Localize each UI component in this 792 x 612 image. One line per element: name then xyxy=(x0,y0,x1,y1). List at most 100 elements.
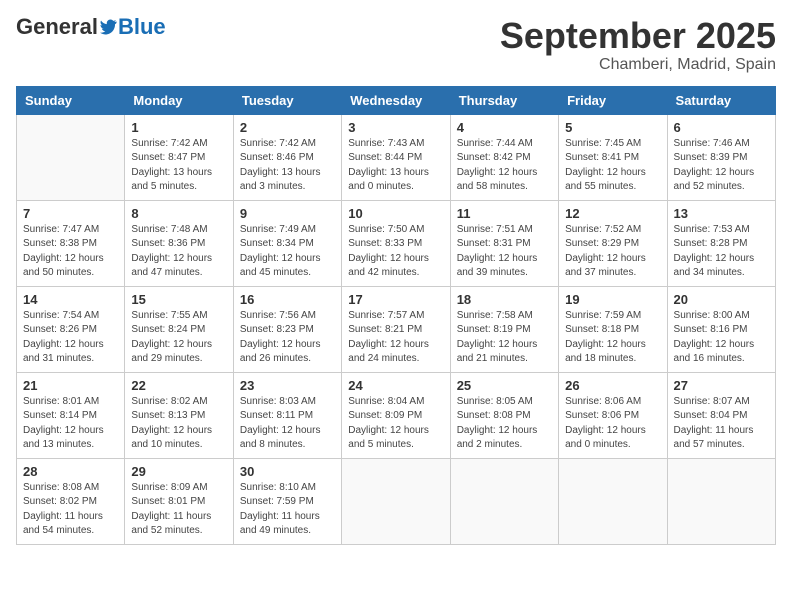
day-number: 12 xyxy=(565,206,660,221)
day-number: 1 xyxy=(131,120,226,135)
table-row xyxy=(17,114,125,200)
day-info: Sunrise: 8:00 AM Sunset: 8:16 PM Dayligh… xyxy=(674,309,769,367)
table-row: 15 Sunrise: 7:55 AM Sunset: 8:24 PM Dayli… xyxy=(125,286,233,372)
day-number: 17 xyxy=(348,292,443,307)
table-row: 7 Sunrise: 7:47 AM Sunset: 8:38 PM Daylig… xyxy=(17,200,125,286)
day-info: Sunrise: 7:59 AM Sunset: 8:18 PM Dayligh… xyxy=(565,309,660,367)
day-info: Sunrise: 7:57 AM Sunset: 8:21 PM Dayligh… xyxy=(348,309,443,367)
day-info: Sunrise: 8:05 AM Sunset: 8:08 PM Dayligh… xyxy=(457,395,552,453)
table-row: 29Sunrise: 8:09 AM Sunset: 8:01 PM Dayli… xyxy=(125,458,233,544)
day-info: Sunrise: 8:03 AM Sunset: 8:11 PM Dayligh… xyxy=(240,395,335,453)
table-row: 27Sunrise: 8:07 AM Sunset: 8:04 PM Dayli… xyxy=(667,372,775,458)
day-info: Sunrise: 7:55 AM Sunset: 8:24 PM Dayligh… xyxy=(131,309,226,367)
calendar-week-row: 21 Sunrise: 8:01 AM Sunset: 8:14 PM Dayli… xyxy=(17,372,776,458)
table-row: 28 Sunrise: 8:08 AM Sunset: 8:02 PM Dayli… xyxy=(17,458,125,544)
calendar-week-row: 28 Sunrise: 8:08 AM Sunset: 8:02 PM Dayli… xyxy=(17,458,776,544)
day-info: Sunrise: 8:08 AM Sunset: 8:02 PM Dayligh… xyxy=(23,481,118,539)
day-number: 6 xyxy=(674,120,769,135)
day-number: 10 xyxy=(348,206,443,221)
day-number: 18 xyxy=(457,292,552,307)
day-number: 7 xyxy=(23,206,118,221)
day-number: 23 xyxy=(240,378,335,393)
day-info: Sunrise: 7:46 AM Sunset: 8:39 PM Dayligh… xyxy=(674,137,769,195)
calendar-week-row: 14Sunrise: 7:54 AM Sunset: 8:26 PM Dayli… xyxy=(17,286,776,372)
day-info: Sunrise: 7:47 AM Sunset: 8:38 PM Dayligh… xyxy=(23,223,118,281)
header-thursday: Thursday xyxy=(450,86,558,114)
table-row: 24 Sunrise: 8:04 AM Sunset: 8:09 PM Dayli… xyxy=(342,372,450,458)
table-row: 21 Sunrise: 8:01 AM Sunset: 8:14 PM Dayli… xyxy=(17,372,125,458)
table-row: 4Sunrise: 7:44 AM Sunset: 8:42 PM Daylig… xyxy=(450,114,558,200)
day-number: 19 xyxy=(565,292,660,307)
table-row: 3 Sunrise: 7:43 AM Sunset: 8:44 PM Daylig… xyxy=(342,114,450,200)
day-number: 5 xyxy=(565,120,660,135)
table-row: 12 Sunrise: 7:52 AM Sunset: 8:29 PM Dayli… xyxy=(559,200,667,286)
day-info: Sunrise: 7:58 AM Sunset: 8:19 PM Dayligh… xyxy=(457,309,552,367)
logo-bird-icon xyxy=(100,18,118,36)
day-info: Sunrise: 8:04 AM Sunset: 8:09 PM Dayligh… xyxy=(348,395,443,453)
table-row xyxy=(667,458,775,544)
day-number: 15 xyxy=(131,292,226,307)
day-number: 26 xyxy=(565,378,660,393)
day-number: 21 xyxy=(23,378,118,393)
day-info: Sunrise: 7:42 AM Sunset: 8:46 PM Dayligh… xyxy=(240,137,335,195)
table-row xyxy=(342,458,450,544)
day-info: Sunrise: 7:48 AM Sunset: 8:36 PM Dayligh… xyxy=(131,223,226,281)
day-number: 22 xyxy=(131,378,226,393)
day-info: Sunrise: 7:50 AM Sunset: 8:33 PM Dayligh… xyxy=(348,223,443,281)
day-number: 16 xyxy=(240,292,335,307)
table-row: 30 Sunrise: 8:10 AM Sunset: 7:59 PM Dayli… xyxy=(233,458,341,544)
day-number: 3 xyxy=(348,120,443,135)
table-row: 2 Sunrise: 7:42 AM Sunset: 8:46 PM Daylig… xyxy=(233,114,341,200)
day-number: 4 xyxy=(457,120,552,135)
calendar-header-row: Sunday Monday Tuesday Wednesday Thursday… xyxy=(17,86,776,114)
day-info: Sunrise: 7:42 AM Sunset: 8:47 PM Dayligh… xyxy=(131,137,226,195)
day-info: Sunrise: 7:52 AM Sunset: 8:29 PM Dayligh… xyxy=(565,223,660,281)
day-info: Sunrise: 7:54 AM Sunset: 8:26 PM Dayligh… xyxy=(23,309,118,367)
header-tuesday: Tuesday xyxy=(233,86,341,114)
day-number: 20 xyxy=(674,292,769,307)
page-header: General Blue September 2025 Chamberi, Ma… xyxy=(16,16,776,74)
location: Chamberi, Madrid, Spain xyxy=(500,56,776,74)
day-info: Sunrise: 7:45 AM Sunset: 8:41 PM Dayligh… xyxy=(565,137,660,195)
table-row: 11Sunrise: 7:51 AM Sunset: 8:31 PM Dayli… xyxy=(450,200,558,286)
calendar-week-row: 1 Sunrise: 7:42 AM Sunset: 8:47 PM Daylig… xyxy=(17,114,776,200)
day-info: Sunrise: 8:01 AM Sunset: 8:14 PM Dayligh… xyxy=(23,395,118,453)
table-row: 1 Sunrise: 7:42 AM Sunset: 8:47 PM Daylig… xyxy=(125,114,233,200)
day-info: Sunrise: 8:06 AM Sunset: 8:06 PM Dayligh… xyxy=(565,395,660,453)
day-info: Sunrise: 7:43 AM Sunset: 8:44 PM Dayligh… xyxy=(348,137,443,195)
title-area: September 2025 Chamberi, Madrid, Spain xyxy=(500,16,776,74)
calendar-week-row: 7 Sunrise: 7:47 AM Sunset: 8:38 PM Daylig… xyxy=(17,200,776,286)
table-row: 10 Sunrise: 7:50 AM Sunset: 8:33 PM Dayli… xyxy=(342,200,450,286)
table-row: 17 Sunrise: 7:57 AM Sunset: 8:21 PM Dayli… xyxy=(342,286,450,372)
table-row: 23 Sunrise: 8:03 AM Sunset: 8:11 PM Dayli… xyxy=(233,372,341,458)
table-row xyxy=(450,458,558,544)
day-number: 30 xyxy=(240,464,335,479)
day-number: 9 xyxy=(240,206,335,221)
table-row: 14Sunrise: 7:54 AM Sunset: 8:26 PM Dayli… xyxy=(17,286,125,372)
header-saturday: Saturday xyxy=(667,86,775,114)
table-row: 18 Sunrise: 7:58 AM Sunset: 8:19 PM Dayli… xyxy=(450,286,558,372)
day-number: 28 xyxy=(23,464,118,479)
header-sunday: Sunday xyxy=(17,86,125,114)
day-number: 13 xyxy=(674,206,769,221)
table-row: 16 Sunrise: 7:56 AM Sunset: 8:23 PM Dayli… xyxy=(233,286,341,372)
table-row: 6 Sunrise: 7:46 AM Sunset: 8:39 PM Daylig… xyxy=(667,114,775,200)
table-row xyxy=(559,458,667,544)
table-row: 5 Sunrise: 7:45 AM Sunset: 8:41 PM Daylig… xyxy=(559,114,667,200)
day-number: 2 xyxy=(240,120,335,135)
header-monday: Monday xyxy=(125,86,233,114)
day-info: Sunrise: 8:02 AM Sunset: 8:13 PM Dayligh… xyxy=(131,395,226,453)
day-number: 24 xyxy=(348,378,443,393)
table-row: 26 Sunrise: 8:06 AM Sunset: 8:06 PM Dayli… xyxy=(559,372,667,458)
logo-general: General xyxy=(16,16,98,38)
calendar-table: Sunday Monday Tuesday Wednesday Thursday… xyxy=(16,86,776,545)
logo-blue: Blue xyxy=(118,16,166,38)
table-row: 9Sunrise: 7:49 AM Sunset: 8:34 PM Daylig… xyxy=(233,200,341,286)
table-row: 8 Sunrise: 7:48 AM Sunset: 8:36 PM Daylig… xyxy=(125,200,233,286)
table-row: 22 Sunrise: 8:02 AM Sunset: 8:13 PM Dayli… xyxy=(125,372,233,458)
table-row: 20 Sunrise: 8:00 AM Sunset: 8:16 PM Dayli… xyxy=(667,286,775,372)
day-info: Sunrise: 7:56 AM Sunset: 8:23 PM Dayligh… xyxy=(240,309,335,367)
day-number: 29 xyxy=(131,464,226,479)
day-number: 8 xyxy=(131,206,226,221)
day-info: Sunrise: 8:10 AM Sunset: 7:59 PM Dayligh… xyxy=(240,481,335,539)
